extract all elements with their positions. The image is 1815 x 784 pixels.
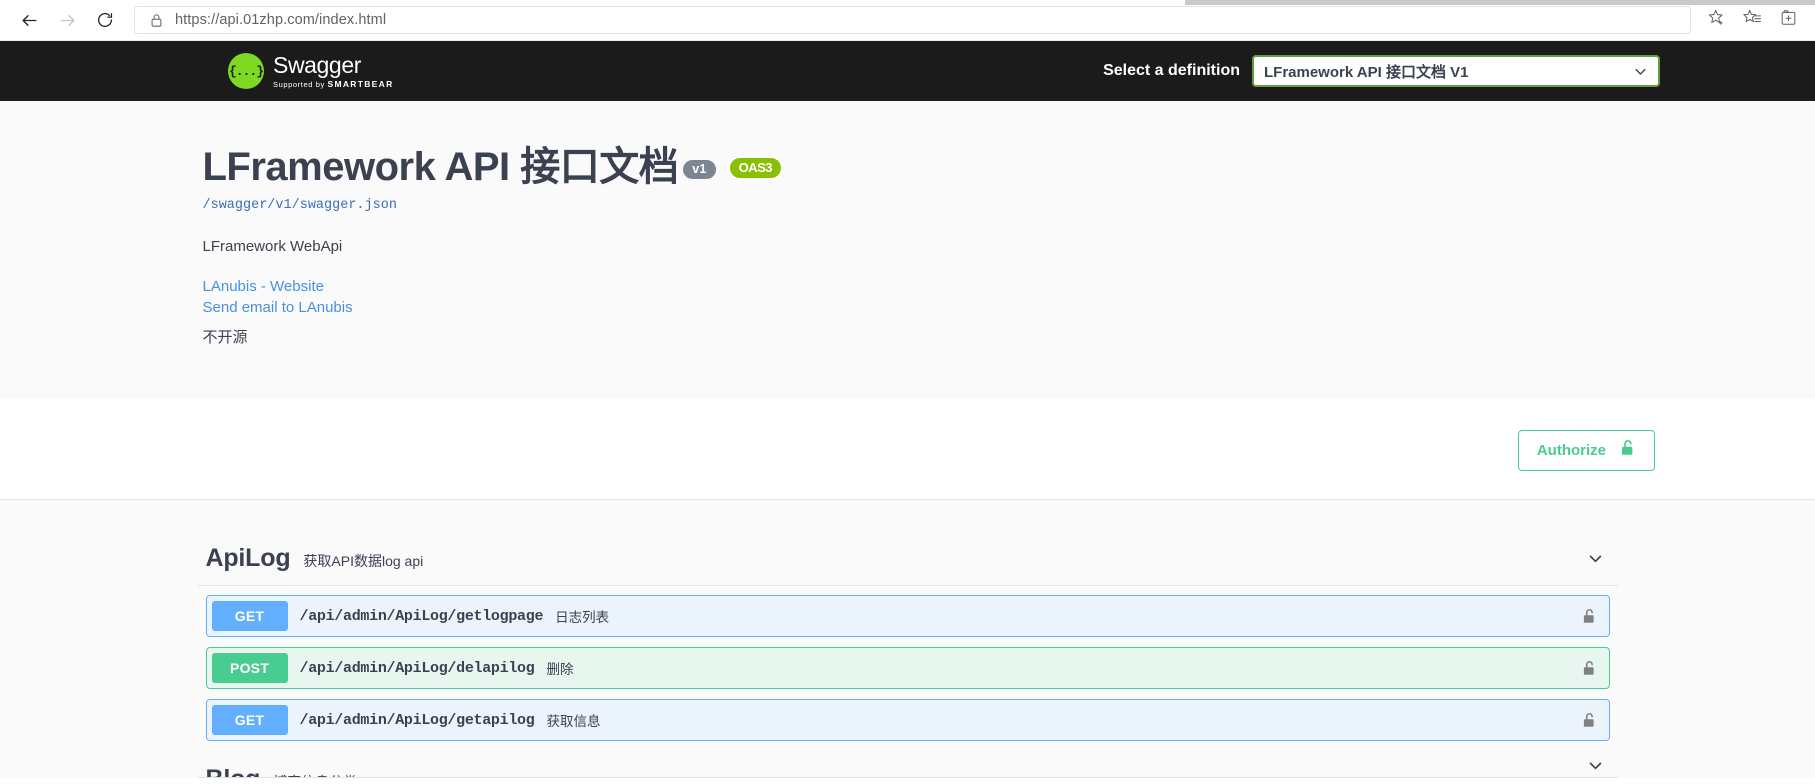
section-description: 博客信息分类 api bbox=[273, 772, 380, 777]
favorites-list-icon bbox=[1742, 8, 1762, 32]
favorites-list-button[interactable] bbox=[1735, 3, 1769, 37]
address-bar[interactable]: https://api.01zhp.com/index.html bbox=[134, 6, 1691, 34]
address-bar-text: https://api.01zhp.com/index.html bbox=[175, 12, 387, 28]
supported-by-label: Supported by bbox=[273, 79, 325, 89]
contact-website-link[interactable]: LAnubis - Website bbox=[203, 277, 1618, 298]
chevron-down-icon[interactable] bbox=[1587, 550, 1604, 567]
authorize-button[interactable]: Authorize bbox=[1517, 430, 1655, 472]
api-description: LFramework WebApi bbox=[202, 238, 343, 255]
operation-row[interactable]: GET /api/admin/ApiLog/getapilog 获取信息 bbox=[205, 699, 1610, 742]
contact-email-link[interactable]: Send email to LAnubis bbox=[203, 298, 1618, 319]
spec-url-link[interactable]: /swagger/v1/swagger.json bbox=[203, 198, 1618, 213]
back-button[interactable] bbox=[10, 1, 48, 39]
select-definition-label: Select a definition bbox=[1103, 62, 1240, 79]
browser-toolbar: https://api.01zhp.com/index.html bbox=[0, 0, 1815, 41]
definition-select[interactable]: LFramework API 接口文档 V1 bbox=[1252, 55, 1660, 87]
chevron-down-icon[interactable] bbox=[1587, 757, 1604, 774]
forward-button[interactable] bbox=[48, 1, 86, 39]
page-title: LFramework API 接口文档 v1 OAS3 bbox=[203, 145, 1618, 189]
smartbear-label: SMARTBEAR bbox=[327, 78, 394, 89]
favorite-button[interactable] bbox=[1699, 3, 1733, 37]
section-title: ApiLog bbox=[205, 544, 291, 573]
authorize-label: Authorize bbox=[1536, 441, 1606, 459]
definition-select-value: LFramework API 接口文档 V1 bbox=[1264, 63, 1469, 81]
star-plus-icon bbox=[1707, 8, 1726, 32]
reload-button[interactable] bbox=[86, 1, 124, 39]
operation-path: /api/admin/ApiLog/getapilog bbox=[299, 711, 535, 729]
page-title-text: LFramework API 接口文档 bbox=[202, 145, 679, 189]
operation-row[interactable]: POST /api/admin/ApiLog/delapilog 删除 bbox=[205, 647, 1610, 690]
padlock-icon bbox=[145, 13, 167, 28]
operation-path: /api/admin/ApiLog/getlogpage bbox=[299, 607, 544, 625]
unlocked-padlock-icon[interactable] bbox=[1582, 608, 1597, 625]
unlocked-padlock-icon[interactable] bbox=[1582, 712, 1597, 729]
section-title: Blog bbox=[206, 765, 261, 777]
section-header-apilog[interactable]: ApiLog 获取API数据log api bbox=[197, 532, 1618, 587]
version-badge: v1 bbox=[683, 159, 716, 179]
operation-row[interactable]: GET /api/admin/ApiLog/getlogpage 日志列表 bbox=[205, 595, 1610, 638]
swagger-logo[interactable]: {...} Swagger Supported by SMARTBEAR bbox=[228, 53, 394, 89]
swagger-topbar: {...} Swagger Supported by SMARTBEAR Sel… bbox=[0, 41, 1815, 101]
arrow-right-icon bbox=[58, 11, 77, 30]
unlocked-padlock-icon bbox=[1620, 439, 1636, 462]
chevron-down-icon bbox=[1633, 64, 1648, 79]
reload-icon bbox=[96, 11, 114, 29]
unlocked-padlock-icon[interactable] bbox=[1582, 660, 1597, 677]
http-method-badge: GET bbox=[211, 705, 288, 736]
collections-icon bbox=[1779, 8, 1798, 32]
operation-path: /api/admin/ApiLog/delapilog bbox=[299, 659, 535, 677]
license-link[interactable]: 不开源 bbox=[203, 329, 248, 346]
collections-button[interactable] bbox=[1771, 3, 1805, 37]
page-scroll-strip[interactable] bbox=[1185, 0, 1815, 5]
operation-summary: 日志列表 bbox=[555, 610, 610, 626]
authorize-section: Authorize bbox=[0, 399, 1815, 500]
section-header-blog[interactable]: Blog 博客信息分类 api bbox=[197, 751, 1618, 779]
http-method-badge: POST bbox=[211, 653, 288, 684]
scroll-thumb[interactable] bbox=[1185, 0, 1815, 5]
swagger-logo-icon: {...} bbox=[228, 53, 264, 89]
operation-summary: 删除 bbox=[546, 662, 574, 678]
operation-summary: 获取信息 bbox=[546, 714, 601, 730]
arrow-left-icon bbox=[20, 11, 39, 30]
http-method-badge: GET bbox=[211, 601, 288, 632]
swagger-wordmark: Swagger bbox=[273, 51, 361, 78]
section-description: 获取API数据log api bbox=[303, 553, 424, 570]
api-info-section: LFramework API 接口文档 v1 OAS3 /swagger/v1/… bbox=[0, 101, 1815, 400]
operations-section: ApiLog 获取API数据log api GET /api/admin/Api… bbox=[0, 499, 1815, 779]
oas-badge: OAS3 bbox=[727, 156, 783, 180]
